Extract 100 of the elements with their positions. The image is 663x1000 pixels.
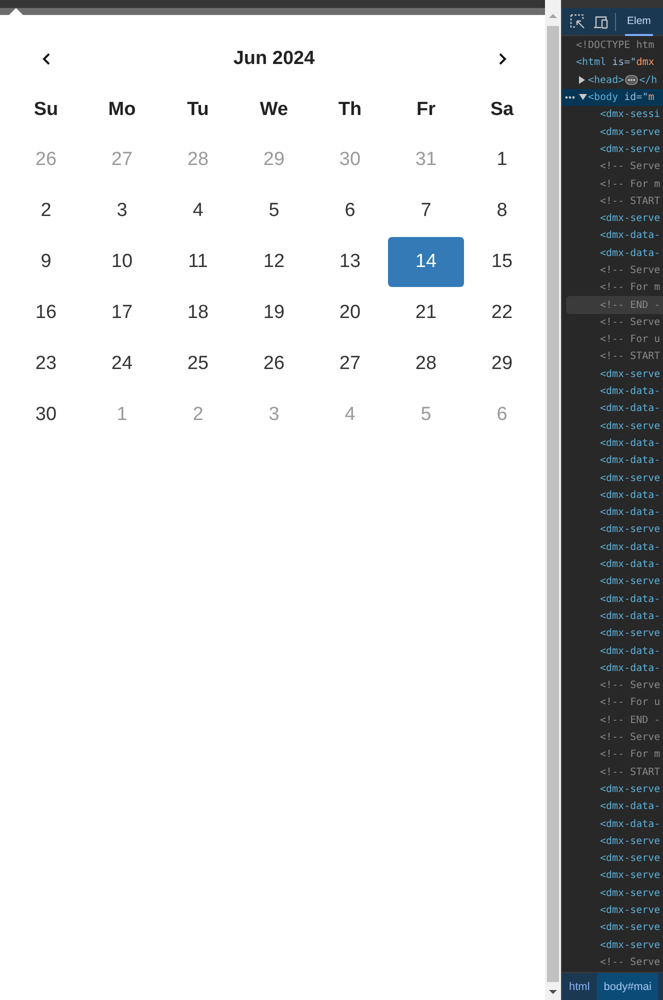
dom-node-line[interactable]: <dmx-data- [600, 490, 660, 501]
dom-node-line[interactable]: <dmx-data- [600, 248, 660, 259]
dom-node-line[interactable]: <head> [588, 74, 624, 86]
dom-comment-line[interactable]: <!DOCTYPE htm [576, 40, 654, 52]
calendar-day[interactable]: 28 [388, 339, 464, 389]
dom-comment-line[interactable]: <!-- For u [600, 334, 660, 346]
calendar-day[interactable]: 29 [464, 339, 540, 389]
calendar-day[interactable]: 22 [464, 288, 540, 338]
calendar-day[interactable]: 14 [388, 237, 464, 287]
dom-node-line[interactable]: <html is="dmx [576, 57, 654, 68]
dom-comment-line[interactable]: <!-- Serve [600, 956, 660, 968]
dom-node-line[interactable]: <dmx-data- [600, 818, 660, 830]
dom-node-line[interactable]: <dmx-data- [600, 386, 660, 398]
calendar-day[interactable]: 24 [84, 339, 160, 389]
dom-comment-line[interactable]: <!-- START [600, 351, 660, 362]
dom-node-line[interactable]: <dmx-data- [600, 455, 660, 466]
dom-node-line[interactable]: <dmx-serve [600, 853, 660, 864]
scroll-down-icon[interactable] [549, 990, 557, 994]
dom-node-line[interactable]: <dmx-data- [600, 594, 660, 605]
dom-node-line[interactable]: </h [639, 74, 658, 86]
calendar-day[interactable]: 8 [464, 186, 540, 236]
weekday-label: Su [32, 98, 60, 122]
inspect-element-icon[interactable] [570, 14, 585, 29]
dom-node-line[interactable]: <dmx-data- [600, 542, 660, 553]
weekday-label: Th [337, 98, 363, 122]
dom-node-line[interactable]: <dmx-data- [600, 646, 660, 657]
dom-node-line[interactable]: <dmx-sessi [600, 109, 660, 120]
calendar-day[interactable]: 18 [160, 288, 236, 338]
dom-node-line[interactable]: <dmx-serve [600, 368, 660, 380]
dom-node-line[interactable]: <dmx-serve [600, 870, 660, 882]
collapsed-arrow-icon[interactable] [579, 76, 587, 84]
dom-comment-line[interactable]: <!-- For m [600, 178, 660, 190]
calendar-day[interactable]: 16 [8, 288, 84, 338]
dom-node-line[interactable]: <dmx-data- [600, 507, 660, 518]
dom-node-line[interactable]: <dmx-serve [600, 836, 660, 847]
calendar-day[interactable]: 21 [388, 288, 464, 338]
calendar-day[interactable]: 4 [160, 186, 236, 236]
calendar-day[interactable]: 25 [160, 339, 236, 389]
calendar-day[interactable]: 1 [464, 135, 540, 185]
dom-comment-line[interactable]: <!-- Serve [600, 161, 660, 172]
dom-node-line[interactable]: <dmx-data- [600, 662, 660, 674]
dom-comment-line[interactable]: <!-- START [600, 766, 660, 778]
dom-node-line[interactable]: <dmx-serve [600, 628, 660, 640]
dom-comment-line[interactable]: <!-- For m [600, 282, 660, 294]
calendar-day[interactable]: 9 [8, 237, 84, 287]
more-options-icon[interactable] [565, 96, 575, 99]
dom-node-line[interactable]: <dmx-serve [600, 922, 660, 934]
dom-node-line[interactable]: <dmx-serve [600, 472, 660, 484]
dom-node-line[interactable]: <dmx-data- [600, 230, 660, 242]
dom-node-line[interactable]: <dmx-serve [600, 144, 660, 155]
dom-comment-line[interactable]: <!-- For u [600, 697, 660, 708]
device-toggle-icon[interactable] [593, 14, 608, 28]
weekday-label: Mo [107, 98, 137, 122]
dom-node-line[interactable]: <dmx-serve [600, 126, 660, 138]
dom-comment-line[interactable]: <!-- Serve [600, 265, 660, 276]
dom-node-line[interactable]: <dmx-data- [600, 438, 660, 449]
calendar-day[interactable]: 15 [464, 237, 540, 287]
calendar-day[interactable]: 27 [312, 339, 388, 389]
dom-node-line[interactable]: <dmx-serve [600, 940, 660, 951]
dom-node-line[interactable]: <dmx-serve [600, 904, 660, 916]
dom-node-line[interactable]: <dmx-serve [600, 420, 660, 432]
dom-node-line[interactable]: <dmx-serve [600, 784, 660, 795]
breadcrumb-item[interactable]: body#mai [596, 973, 658, 1000]
calendar-day[interactable]: 7 [388, 186, 464, 236]
calendar-day[interactable]: 13 [312, 237, 388, 287]
dom-comment-line[interactable]: <!-- Serve [600, 732, 660, 744]
calendar-day[interactable]: 3 [84, 186, 160, 236]
scrollbar-thumb[interactable] [547, 26, 559, 982]
calendar-day[interactable]: 2 [8, 186, 84, 236]
dom-node-line[interactable]: <dmx-data- [600, 801, 660, 812]
calendar-day[interactable]: 10 [84, 237, 160, 287]
dom-node-line[interactable]: <dmx-serve [600, 213, 660, 224]
calendar-day[interactable]: 26 [236, 339, 312, 389]
calendar-day[interactable]: 11 [160, 237, 236, 287]
calendar-day[interactable]: 30 [8, 390, 84, 440]
calendar-day[interactable]: 6 [312, 186, 388, 236]
calendar-day[interactable]: 23 [8, 339, 84, 389]
calendar-day[interactable]: 12 [236, 237, 312, 287]
weekday-label: We [258, 98, 290, 122]
dom-comment-line[interactable]: <!-- For m [600, 749, 660, 760]
dom-comment-line[interactable]: <!-- START [600, 196, 660, 207]
breadcrumb-item[interactable]: html [562, 973, 597, 1000]
dom-node-line[interactable]: <dmx-serve [600, 576, 660, 588]
chevron-right-icon [496, 52, 508, 64]
month-title[interactable]: Jun 2024 [84, 33, 464, 84]
expanded-arrow-icon[interactable] [579, 94, 587, 102]
calendar-day[interactable]: 20 [312, 288, 388, 338]
dom-node-line[interactable]: <dmx-data- [600, 559, 660, 570]
dom-node-line[interactable]: <dmx-data- [600, 403, 660, 414]
calendar-day[interactable]: 5 [236, 186, 312, 236]
dom-node-line[interactable]: <dmx-serve [600, 888, 660, 899]
dom-node-line[interactable]: <dmx-data- [600, 610, 660, 622]
dom-comment-line[interactable]: <!-- Serve [600, 680, 660, 692]
calendar-day[interactable]: 19 [236, 288, 312, 338]
ellipsis-icon[interactable] [625, 75, 638, 86]
weekday-label: Fr [416, 98, 436, 122]
dom-comment-line[interactable]: <!-- Serve [600, 316, 660, 328]
dom-node-line[interactable]: <dmx-serve [600, 524, 660, 536]
dom-comment-line[interactable]: <!-- END - [600, 714, 660, 726]
calendar-day[interactable]: 17 [84, 288, 160, 338]
